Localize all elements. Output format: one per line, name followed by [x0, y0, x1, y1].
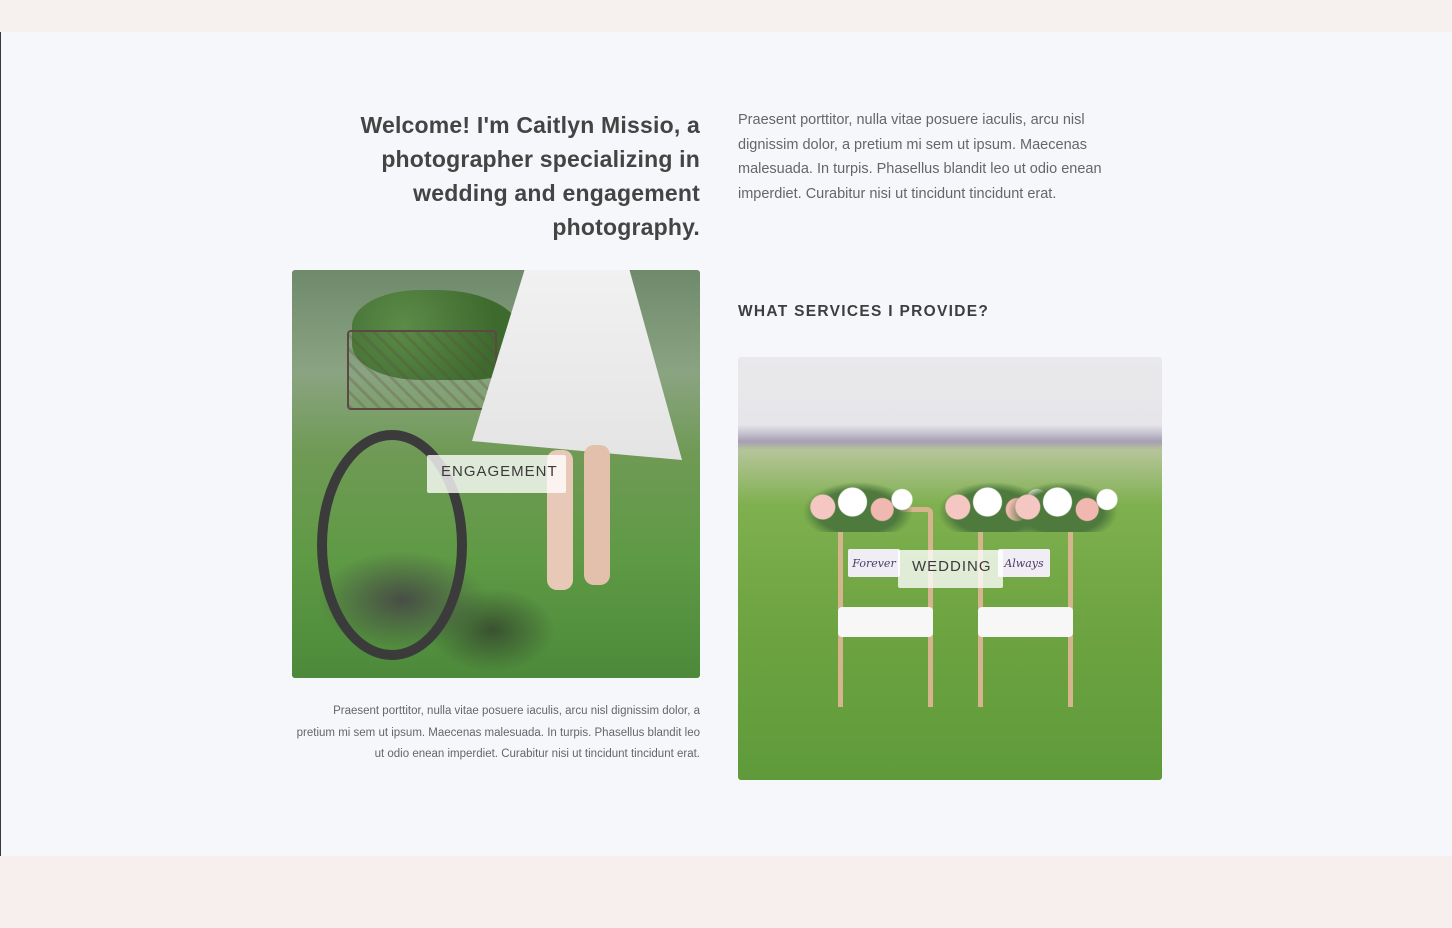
services-title: WHAT SERVICES I PROVIDE?: [738, 303, 990, 320]
top-band: [0, 0, 1452, 32]
bottom-band: [0, 856, 1452, 928]
about-section: [0, 32, 1452, 856]
bicycle-basket: [347, 330, 497, 410]
chair-right: [978, 507, 1073, 707]
chair-right-seat: [978, 607, 1073, 637]
chair-left-seat: [838, 607, 933, 637]
chair-left: [838, 507, 933, 707]
intro-text: Praesent porttitor, nulla vitae posuere …: [738, 112, 1102, 202]
sign-left: Forever: [848, 549, 900, 577]
flowers-left: [803, 482, 913, 532]
flowers-right: [1008, 482, 1118, 532]
engagement-caption: Praesent porttitor, nulla vitae posuere …: [296, 705, 700, 760]
intro-heading: Welcome! I'm Caitlyn Missio, a photograp…: [360, 112, 700, 240]
engagement-label[interactable]: ENGAGEMENT: [427, 455, 566, 493]
leg-right: [584, 445, 610, 585]
white-dress: [472, 270, 682, 460]
sign-right: Always: [998, 549, 1050, 577]
wedding-label[interactable]: WEDDING: [898, 550, 1003, 588]
